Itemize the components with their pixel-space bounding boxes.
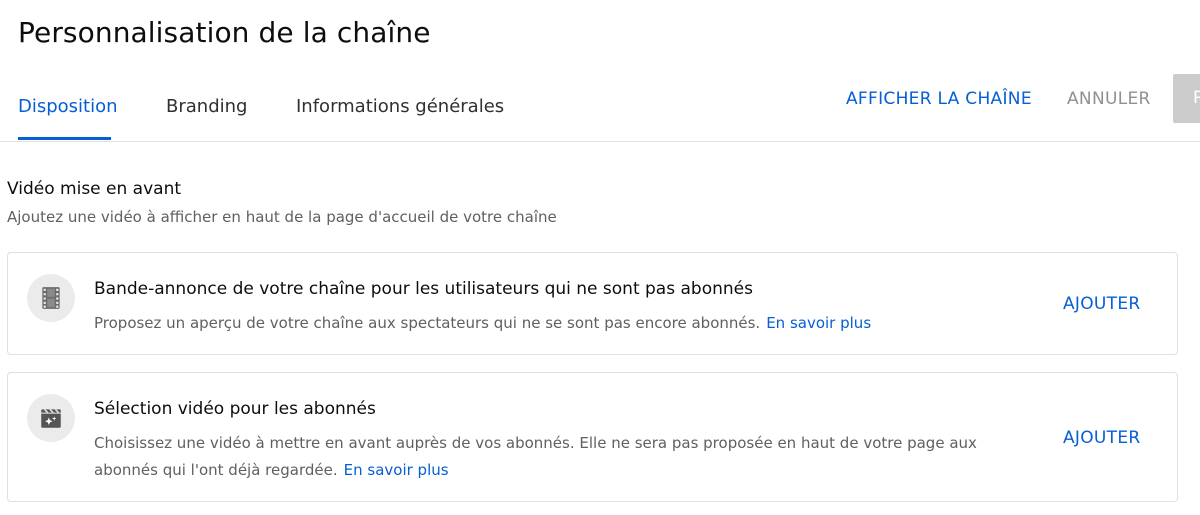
channel-customization-page: Personnalisation de la chaîne Dispositio… — [0, 0, 1200, 515]
card-title: Sélection vidéo pour les abonnés — [94, 399, 376, 419]
card-description: Proposez un aperçu de votre chaîne aux s… — [94, 310, 1014, 337]
learn-more-link[interactable]: En savoir plus — [766, 314, 871, 332]
header-divider — [0, 141, 1200, 142]
tab-basic-info[interactable]: Informations générales — [296, 96, 504, 117]
page-title: Personnalisation de la chaîne — [18, 16, 431, 49]
card-description-text: Choisissez une vidéo à mettre en avant a… — [94, 434, 977, 479]
tab-layout[interactable]: Disposition — [18, 96, 118, 117]
channel-trailer-card: Bande-annonce de votre chaîne pour les u… — [7, 252, 1178, 355]
view-channel-button[interactable]: AFFICHER LA CHAÎNE — [846, 89, 1032, 109]
tab-branding[interactable]: Branding — [166, 96, 247, 117]
card-description: Choisissez une vidéo à mettre en avant a… — [94, 430, 1014, 484]
featured-video-icon — [27, 394, 75, 442]
featured-video-icon-svg — [41, 408, 61, 428]
publish-button[interactable]: P — [1173, 74, 1200, 123]
film-icon — [27, 274, 75, 322]
card-title: Bande-annonce de votre chaîne pour les u… — [94, 279, 753, 299]
section-subtitle: Ajoutez une vidéo à afficher en haut de … — [7, 208, 557, 226]
cancel-button[interactable]: ANNULER — [1067, 89, 1151, 109]
add-trailer-button[interactable]: AJOUTER — [1063, 294, 1141, 314]
card-description-text: Proposez un aperçu de votre chaîne aux s… — [94, 314, 761, 332]
learn-more-link[interactable]: En savoir plus — [344, 461, 449, 479]
add-featured-video-button[interactable]: AJOUTER — [1063, 428, 1141, 448]
film-icon-svg — [42, 287, 60, 309]
section-title: Vidéo mise en avant — [7, 179, 182, 199]
featured-video-card: Sélection vidéo pour les abonnés Choisis… — [7, 372, 1178, 502]
active-tab-indicator — [18, 137, 111, 140]
